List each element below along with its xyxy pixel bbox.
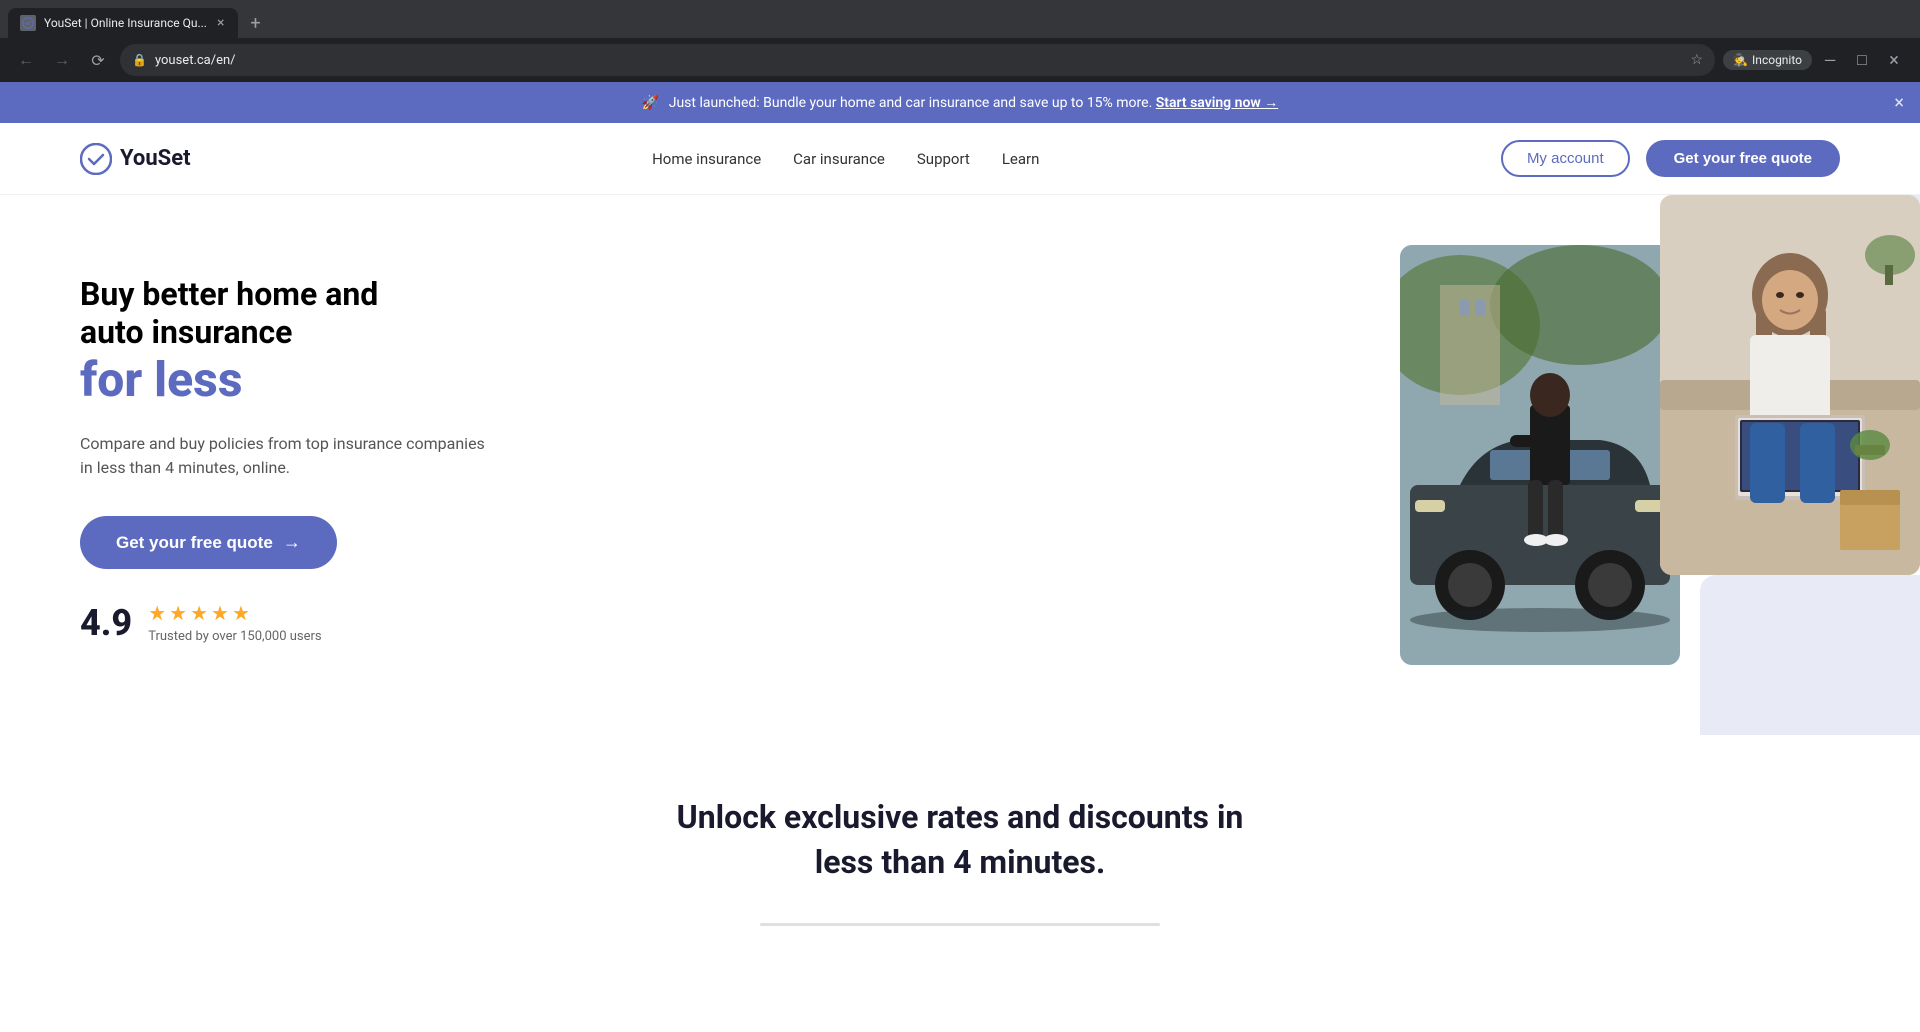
nav-link-car-insurance[interactable]: Car insurance bbox=[793, 150, 885, 168]
address-text: youset.ca/en/ bbox=[155, 53, 1683, 68]
logo-icon bbox=[80, 143, 112, 175]
banner-text: 🚀 Just launched: Bundle your home and ca… bbox=[20, 94, 1900, 111]
tab-title: YouSet | Online Insurance Qu... bbox=[44, 16, 207, 30]
nav-link-support[interactable]: Support bbox=[917, 150, 970, 168]
woman-image-svg bbox=[1660, 195, 1920, 575]
hero-title-accent: for less bbox=[80, 351, 600, 408]
nav-link-learn[interactable]: Learn bbox=[1002, 150, 1040, 168]
nav-link-home-insurance[interactable]: Home insurance bbox=[652, 150, 761, 168]
hero-title-line2: auto insurance bbox=[80, 313, 292, 351]
star-5: ★ bbox=[232, 601, 250, 625]
banner-message: Just launched: Bundle your home and car … bbox=[669, 95, 1153, 111]
rating-number: 4.9 bbox=[80, 602, 132, 644]
hero-cta-label: Get your free quote bbox=[116, 533, 273, 553]
tab-favicon bbox=[20, 15, 36, 31]
incognito-button[interactable]: 🕵 Incognito bbox=[1723, 50, 1812, 70]
close-button[interactable]: × bbox=[1880, 46, 1908, 74]
logo[interactable]: YouSet bbox=[80, 143, 191, 175]
hero-woman-image bbox=[1660, 195, 1920, 575]
banner-link[interactable]: Start saving now → bbox=[1156, 95, 1278, 111]
logo-text: YouSet bbox=[120, 146, 191, 171]
hero-cta-button[interactable]: Get your free quote → bbox=[80, 516, 337, 569]
my-account-button[interactable]: My account bbox=[1501, 140, 1630, 177]
banner-close-button[interactable]: × bbox=[1894, 92, 1904, 113]
maximize-button[interactable]: □ bbox=[1848, 46, 1876, 74]
rating-section: 4.9 ★ ★ ★ ★ ★ Trusted by over 150,000 us… bbox=[80, 601, 600, 644]
bookmark-icon[interactable]: ☆ bbox=[1691, 52, 1704, 68]
browser-right-controls: 🕵 Incognito — □ × bbox=[1723, 46, 1908, 74]
hero-images bbox=[1400, 195, 1920, 735]
nav-cta-button[interactable]: Get your free quote bbox=[1646, 140, 1840, 177]
browser-toolbar: ← → ⟳ 🔒 youset.ca/en/ ☆ 🕵 Incognito — □ … bbox=[0, 38, 1920, 82]
star-3: ★ bbox=[190, 601, 208, 625]
nav-links: Home insurance Car insurance Support Lea… bbox=[652, 150, 1039, 168]
car-image-svg bbox=[1400, 245, 1680, 665]
main-nav: YouSet Home insurance Car insurance Supp… bbox=[0, 123, 1920, 195]
minimize-button[interactable]: — bbox=[1816, 46, 1844, 74]
stars: ★ ★ ★ ★ ★ bbox=[148, 601, 321, 625]
star-2: ★ bbox=[169, 601, 187, 625]
rating-info: ★ ★ ★ ★ ★ Trusted by over 150,000 users bbox=[148, 601, 321, 644]
back-button[interactable]: ← bbox=[12, 46, 40, 74]
hero-cta-arrow: → bbox=[283, 532, 301, 553]
incognito-label: Incognito bbox=[1752, 53, 1802, 67]
incognito-icon: 🕵 bbox=[1733, 53, 1748, 67]
bottom-section: Unlock exclusive rates and discounts in … bbox=[0, 735, 1920, 986]
new-tab-button[interactable]: + bbox=[242, 9, 268, 38]
browser-chrome: YouSet | Online Insurance Qu... × + ← → … bbox=[0, 0, 1920, 82]
refresh-button[interactable]: ⟳ bbox=[84, 46, 112, 74]
active-tab[interactable]: YouSet | Online Insurance Qu... × bbox=[8, 8, 238, 38]
address-end-controls: ☆ bbox=[1691, 52, 1704, 68]
tab-close-button[interactable]: × bbox=[215, 13, 226, 33]
star-4: ★ bbox=[211, 601, 229, 625]
section-title: Unlock exclusive rates and discounts in … bbox=[660, 795, 1260, 885]
hero-content: Buy better home and auto insurance for l… bbox=[80, 255, 600, 644]
tab-bar: YouSet | Online Insurance Qu... × + bbox=[0, 0, 1920, 38]
rocket-emoji: 🚀 bbox=[642, 95, 659, 111]
forward-button[interactable]: → bbox=[48, 46, 76, 74]
page-wrapper: 🚀 Just launched: Bundle your home and ca… bbox=[0, 82, 1920, 986]
nav-actions: My account Get your free quote bbox=[1501, 140, 1840, 177]
hero-title: Buy better home and auto insurance for l… bbox=[80, 275, 600, 408]
section-divider bbox=[760, 923, 1160, 926]
hero-car-image bbox=[1400, 245, 1680, 665]
hero-subtitle: Compare and buy policies from top insura… bbox=[80, 432, 500, 480]
hero-title-line1: Buy better home and bbox=[80, 275, 378, 313]
secure-icon: 🔒 bbox=[132, 53, 147, 67]
hero-bg-bottom bbox=[1700, 575, 1920, 735]
rating-trust-text: Trusted by over 150,000 users bbox=[148, 629, 321, 644]
hero-section: Buy better home and auto insurance for l… bbox=[0, 195, 1920, 735]
address-bar[interactable]: 🔒 youset.ca/en/ ☆ bbox=[120, 44, 1715, 76]
announcement-banner: 🚀 Just launched: Bundle your home and ca… bbox=[0, 82, 1920, 123]
star-1: ★ bbox=[148, 601, 166, 625]
